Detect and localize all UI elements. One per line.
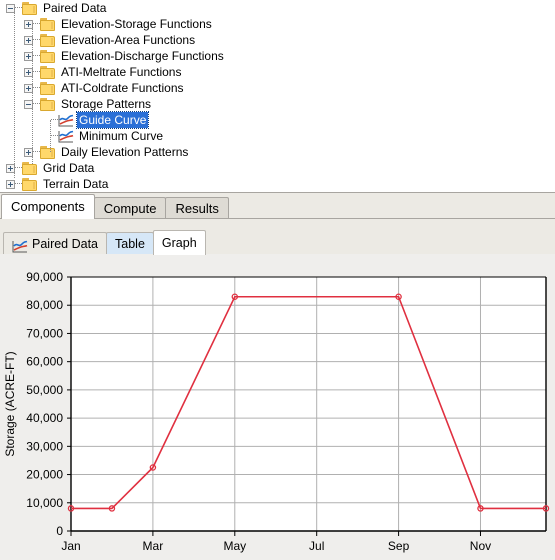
tree-connector bbox=[15, 167, 22, 169]
tree-connector bbox=[51, 135, 58, 137]
x-tick-label: May bbox=[223, 539, 246, 553]
tree-rail bbox=[50, 120, 51, 152]
folder-icon bbox=[40, 33, 56, 47]
subtab-label: Graph bbox=[161, 236, 197, 250]
y-tick-label: 70,000 bbox=[26, 326, 63, 340]
folder-icon bbox=[40, 97, 56, 111]
tree-item-label: Elevation-Discharge Functions bbox=[61, 49, 224, 63]
subtab-label: Paired Data bbox=[32, 237, 99, 251]
tree-item-label: Terrain Data bbox=[43, 177, 109, 191]
tree-item-label: ATI-Coldrate Functions bbox=[61, 81, 184, 95]
tree-item-label: Grid Data bbox=[43, 161, 95, 175]
folder-icon bbox=[40, 17, 56, 31]
tab-compute[interactable]: Compute bbox=[93, 197, 167, 219]
y-tick-label: 80,000 bbox=[26, 298, 63, 312]
subtab-graph[interactable]: Graph bbox=[152, 230, 206, 255]
folder-icon bbox=[22, 1, 38, 15]
tree-item-elevation-discharge-functions[interactable]: Elevation-Discharge Functions bbox=[0, 48, 555, 64]
tree-connector bbox=[33, 103, 40, 105]
tree-item-storage-patterns[interactable]: Storage Patterns bbox=[0, 96, 555, 112]
tree-connector bbox=[51, 119, 58, 121]
subtab-paired-data[interactable]: Paired Data bbox=[3, 232, 108, 255]
tree-connector bbox=[33, 55, 40, 57]
subtab-label: Table bbox=[115, 237, 145, 251]
tree-connector bbox=[33, 87, 40, 89]
editor-tab-strip: Paired Data Table Graph bbox=[0, 218, 555, 255]
expand-toggle-icon[interactable] bbox=[6, 179, 15, 189]
tree-connector bbox=[33, 71, 40, 73]
graph-panel: 0 10,000 20,000 30,000 40,000 50,000 60,000 70,… bbox=[0, 254, 555, 560]
y-tick-label: 60,000 bbox=[26, 355, 63, 369]
folder-icon bbox=[40, 65, 56, 79]
x-tick-label: Jan bbox=[61, 539, 80, 553]
tree-rail bbox=[14, 8, 15, 178]
folder-icon bbox=[22, 161, 38, 175]
tree-item-label: Storage Patterns bbox=[61, 97, 152, 111]
tree-item-label: Elevation-Storage Functions bbox=[61, 17, 212, 31]
x-tick-label: Nov bbox=[470, 539, 491, 553]
y-tick-label: 0 bbox=[56, 524, 63, 538]
curve-icon bbox=[58, 114, 74, 127]
tree-rail bbox=[32, 24, 33, 164]
curve-icon bbox=[12, 238, 28, 252]
x-tick-label: Mar bbox=[143, 539, 164, 553]
y-axis-title: Storage (ACRE-FT) bbox=[3, 351, 17, 456]
tree-item-elevation-storage-functions[interactable]: Elevation-Storage Functions bbox=[0, 16, 555, 32]
tree-item-label: Guide Curve bbox=[75, 111, 150, 129]
y-tick-label: 90,000 bbox=[26, 270, 63, 284]
tree-item-label: ATI-Meltrate Functions bbox=[61, 65, 182, 79]
x-tick-label: Sep bbox=[388, 539, 410, 553]
main-tab-strip: Components Compute Results bbox=[0, 192, 555, 219]
tab-results[interactable]: Results bbox=[165, 197, 229, 219]
tree-item-grid-data[interactable]: Grid Data bbox=[0, 160, 555, 176]
folder-icon bbox=[40, 81, 56, 95]
tree-item-minimum-curve[interactable]: Minimum Curve bbox=[0, 128, 555, 144]
project-tree-panel[interactable]: Paired Data Elevation-Storage Functions El… bbox=[0, 0, 555, 192]
storage-line-chart: 0 10,000 20,000 30,000 40,000 50,000 60,000 70,… bbox=[0, 254, 555, 560]
application-window: Paired Data Elevation-Storage Functions El… bbox=[0, 0, 555, 560]
tree-item-label: Paired Data bbox=[43, 1, 107, 15]
tree-item-elevation-area-functions[interactable]: Elevation-Area Functions bbox=[0, 32, 555, 48]
tree-item-ati-meltrate-functions[interactable]: ATI-Meltrate Functions bbox=[0, 64, 555, 80]
y-tick-label: 40,000 bbox=[26, 411, 63, 425]
tree-connector bbox=[33, 39, 40, 41]
tree-item-paired-data[interactable]: Paired Data bbox=[0, 0, 555, 16]
tree-item-guide-curve[interactable]: Guide Curve bbox=[0, 111, 555, 129]
y-tick-label: 10,000 bbox=[26, 496, 63, 510]
tree-connector bbox=[15, 183, 22, 185]
tree-connector bbox=[15, 7, 22, 9]
y-tick-label: 20,000 bbox=[26, 468, 63, 482]
tree-connector bbox=[33, 151, 40, 153]
y-tick-label: 30,000 bbox=[26, 439, 63, 453]
tree-item-label: Minimum Curve bbox=[79, 129, 164, 143]
tree-item-terrain-data[interactable]: Terrain Data bbox=[0, 176, 555, 192]
y-tick-label: 50,000 bbox=[26, 383, 63, 397]
tree-connector bbox=[33, 23, 40, 25]
tree-item-label: Daily Elevation Patterns bbox=[61, 145, 189, 159]
folder-icon bbox=[40, 145, 56, 159]
tab-components[interactable]: Components bbox=[1, 194, 95, 219]
folder-icon bbox=[40, 49, 56, 63]
x-tick-label: Jul bbox=[309, 539, 324, 553]
folder-icon bbox=[22, 177, 38, 191]
curve-icon bbox=[58, 130, 74, 143]
subtab-table[interactable]: Table bbox=[106, 232, 154, 255]
tree-item-label: Elevation-Area Functions bbox=[61, 33, 196, 47]
tree-item-ati-coldrate-functions[interactable]: ATI-Coldrate Functions bbox=[0, 80, 555, 96]
tree-item-daily-elevation-patterns[interactable]: Daily Elevation Patterns bbox=[0, 144, 555, 160]
